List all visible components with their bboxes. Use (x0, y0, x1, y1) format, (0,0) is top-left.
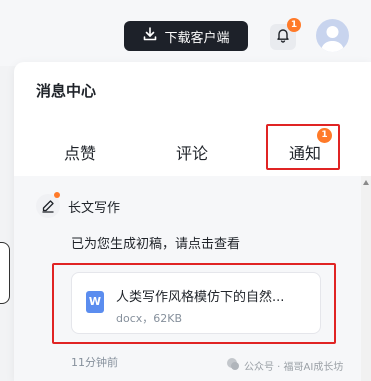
file-highlight-box (52, 263, 336, 344)
avatar-silhouette-icon (321, 26, 344, 52)
download-client-label: 下载客户端 (164, 30, 230, 46)
download-icon (142, 26, 158, 46)
unread-dot (54, 192, 60, 198)
notification-header: 长文写作 (36, 192, 121, 218)
app-root: 下载客户端 1 消息中心 点赞 评论 通知 1 长文写作 已为您生成初稿，请点击… (0, 0, 371, 381)
bell-badge: 1 (287, 18, 301, 32)
notification-time: 11分钟前 (71, 356, 118, 369)
top-bar: 下载客户端 1 (0, 0, 371, 66)
pen-icon (36, 192, 60, 218)
watermark: 公众号 · 福哥AI成长坊 (226, 357, 343, 374)
user-avatar[interactable] (316, 19, 349, 52)
watermark-text: 公众号 · 福哥AI成长坊 (244, 362, 344, 373)
notification-message: 已为您生成初稿，请点击查看 (71, 237, 241, 252)
scrollbar[interactable] (361, 176, 371, 381)
background-card-edge (0, 242, 10, 304)
message-center-panel: 消息中心 点赞 评论 通知 1 长文写作 已为您生成初稿，请点击查看 W 人类写… (14, 62, 371, 381)
notification-source: 长文写作 (68, 200, 121, 216)
tab-comments[interactable]: 评论 (176, 140, 208, 164)
scroll-up-arrow-icon[interactable] (363, 180, 369, 185)
tab-highlight-box (266, 124, 340, 170)
download-client-button[interactable]: 下载客户端 (124, 21, 248, 51)
panel-title: 消息中心 (36, 82, 97, 100)
wechat-icon (226, 357, 240, 374)
tab-likes[interactable]: 点赞 (64, 140, 96, 164)
notification-bell-button[interactable]: 1 (270, 18, 301, 50)
